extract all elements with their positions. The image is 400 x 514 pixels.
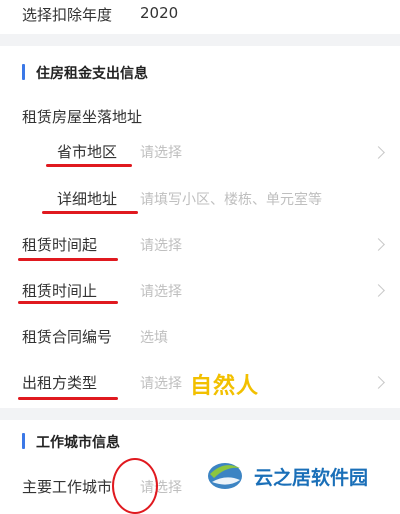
section-divider (0, 34, 400, 46)
chevron-right-icon (372, 146, 385, 159)
annotation-circle (112, 458, 158, 514)
section-divider (0, 408, 400, 420)
annotation-text: 自然人 (190, 374, 260, 399)
deduction-year-row[interactable]: 选择扣除年度 2020 (0, 0, 400, 34)
annotation-underline (46, 164, 132, 167)
contract-no-row[interactable]: 租赁合同编号 选填 (0, 316, 400, 362)
main-work-city-label: 主要工作城市 (22, 478, 113, 496)
housing-section-title: 住房租金支出信息 (36, 66, 148, 82)
rent-start-row[interactable]: 租赁时间起 请选择 (0, 226, 400, 272)
detail-address-label: 详细地址 (57, 190, 118, 208)
detail-address-row[interactable]: 详细地址 请填写小区、楼栋、单元室等 (0, 178, 400, 226)
province-city-label: 省市地区 (57, 143, 118, 161)
section-marker (22, 64, 25, 80)
rent-end-label: 租赁时间止 (22, 282, 98, 300)
lessor-type-select[interactable]: 请选择 (140, 373, 182, 393)
lessor-type-label: 出租方类型 (22, 374, 98, 392)
contract-no-label: 租赁合同编号 (22, 328, 113, 346)
annotation-underline (18, 397, 118, 400)
annotation-underline (18, 258, 118, 261)
annotation-underline (18, 301, 118, 304)
chevron-right-icon (372, 284, 385, 297)
chevron-right-icon (372, 376, 385, 389)
contract-no-input[interactable]: 选填 (140, 327, 168, 347)
deduction-year-label: 选择扣除年度 (22, 6, 113, 24)
section-marker (22, 433, 25, 449)
chevron-right-icon (372, 238, 385, 251)
watermark-text: 云之居软件园 (254, 467, 369, 489)
rent-start-label: 租赁时间起 (22, 236, 98, 254)
housing-section-header: 住房租金支出信息 (0, 46, 400, 96)
annotation-underline (42, 211, 138, 214)
province-city-row[interactable]: 省市地区 请选择 (0, 136, 400, 178)
rent-end-select[interactable]: 请选择 (140, 281, 182, 301)
rent-start-select[interactable]: 请选择 (140, 235, 182, 255)
detail-address-input[interactable]: 请填写小区、楼栋、单元室等 (140, 189, 322, 209)
province-city-select[interactable]: 请选择 (140, 142, 182, 162)
rental-address-row: 租赁房屋坐落地址 (0, 96, 400, 136)
watermark-logo-icon (208, 463, 242, 489)
rent-end-row[interactable]: 租赁时间止 请选择 (0, 272, 400, 316)
watermark: 云之居软件园 (200, 450, 400, 501)
rental-address-label: 租赁房屋坐落地址 (22, 108, 143, 126)
work-city-section-title: 工作城市信息 (36, 435, 120, 451)
deduction-year-value: 2020 (140, 4, 179, 22)
